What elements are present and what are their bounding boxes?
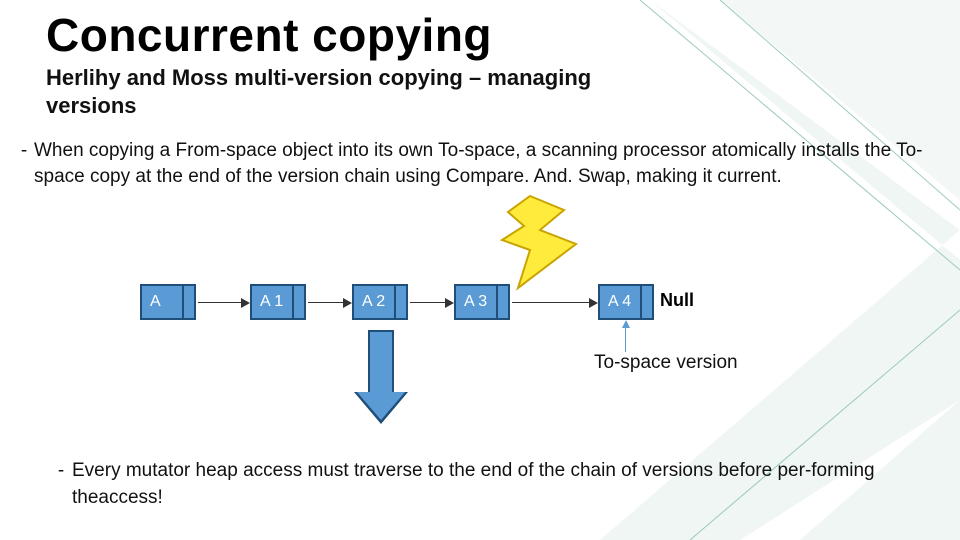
arrow-a2-a3 bbox=[410, 302, 452, 303]
bullet-1-text: When copying a From-space object into it… bbox=[34, 138, 924, 189]
version-box-a1-label: A 1 bbox=[260, 293, 283, 311]
bullet-dash: - bbox=[50, 458, 72, 511]
arrow-a1-a2 bbox=[308, 302, 350, 303]
null-label: Null bbox=[660, 290, 694, 311]
version-box-a: A bbox=[140, 284, 196, 320]
to-space-label: To-space version bbox=[594, 352, 738, 374]
arrow-a3-a4 bbox=[512, 302, 596, 303]
down-arrow-icon bbox=[354, 330, 408, 426]
slide: Concurrent copying Herlihy and Moss mult… bbox=[0, 0, 960, 540]
bullet-2-text: Every mutator heap access must traverse … bbox=[72, 458, 900, 511]
bullet-1: - When copying a From-space object into … bbox=[14, 138, 924, 189]
version-box-a3-label: A 3 bbox=[464, 293, 487, 311]
version-box-a-label: A bbox=[150, 293, 161, 311]
bullet-dash: - bbox=[14, 138, 34, 189]
version-chain-diagram: A A 1 A 2 A 3 A 4 Null To-space version bbox=[0, 232, 960, 452]
arrow-a-a1 bbox=[198, 302, 248, 303]
to-space-pointer bbox=[625, 322, 626, 352]
version-box-a4: A 4 bbox=[598, 284, 654, 320]
slide-subtitle: Herlihy and Moss multi-version copying –… bbox=[0, 62, 700, 119]
bullet-2: - Every mutator heap access must travers… bbox=[50, 458, 900, 511]
version-box-a2: A 2 bbox=[352, 284, 408, 320]
slide-title: Concurrent copying bbox=[0, 0, 960, 62]
version-box-a2-label: A 2 bbox=[362, 293, 385, 311]
version-box-a4-label: A 4 bbox=[608, 293, 631, 311]
lightning-icon bbox=[480, 192, 600, 292]
version-box-a1: A 1 bbox=[250, 284, 306, 320]
version-box-a3: A 3 bbox=[454, 284, 510, 320]
